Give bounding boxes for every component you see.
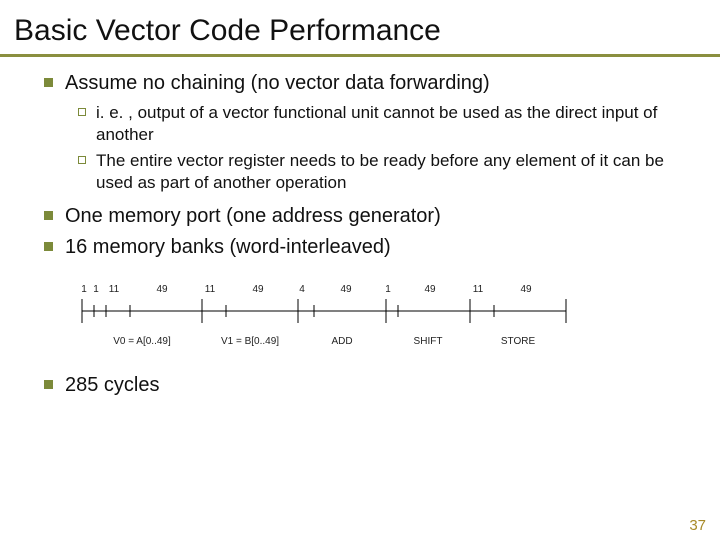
subbullet-2: The entire vector register needs to be r… — [78, 150, 684, 194]
cycle-label: 49 — [490, 284, 562, 295]
cycle-label: 4 — [294, 284, 310, 295]
bullet-cycles: 285 cycles — [44, 373, 684, 398]
timeline-axis — [78, 297, 668, 325]
square-bullet-icon — [44, 211, 53, 220]
square-bullet-icon — [44, 380, 53, 389]
phase-label: ADD — [298, 336, 386, 347]
phase-labels-row: V0 = A[0..49]V1 = B[0..49]ADDSHIFTSTORE — [78, 336, 668, 347]
hollow-square-icon — [78, 108, 86, 116]
subbullet-1: i. e. , output of a vector functional un… — [78, 102, 684, 146]
bullet-text: Assume no chaining (no vector data forwa… — [65, 71, 490, 96]
subbullet-group: i. e. , output of a vector functional un… — [44, 102, 684, 194]
cycle-label: 49 — [222, 284, 294, 295]
bullet-assume: Assume no chaining (no vector data forwa… — [44, 71, 684, 96]
bullet-text: 285 cycles — [65, 373, 160, 398]
bullet-banks: 16 memory banks (word-interleaved) — [44, 235, 684, 260]
subbullet-text: i. e. , output of a vector functional un… — [96, 102, 684, 146]
timeline-diagram: 11114911494491491149 V0 = A[0..49]V1 = B… — [78, 284, 668, 347]
phase-label: V0 = A[0..49] — [82, 336, 202, 347]
cycle-label: 1 — [78, 284, 90, 295]
phase-label: STORE — [470, 336, 566, 347]
phase-label: V1 = B[0..49] — [202, 336, 298, 347]
square-bullet-icon — [44, 78, 53, 87]
hollow-square-icon — [78, 156, 86, 164]
cycle-label: 49 — [126, 284, 198, 295]
cycle-label: 49 — [310, 284, 382, 295]
cycle-label: 11 — [198, 284, 222, 295]
slide-title: Basic Vector Code Performance — [0, 0, 720, 54]
cycle-label: 1 — [382, 284, 394, 295]
square-bullet-icon — [44, 242, 53, 251]
bullet-memport: One memory port (one address generator) — [44, 204, 684, 229]
cycle-label: 11 — [466, 284, 490, 295]
phase-label: SHIFT — [386, 336, 470, 347]
bullet-text: One memory port (one address generator) — [65, 204, 441, 229]
cycle-label: 11 — [102, 284, 126, 295]
cycle-labels-row: 11114911494491491149 — [78, 284, 668, 295]
subbullet-text: The entire vector register needs to be r… — [96, 150, 684, 194]
page-number: 37 — [689, 517, 706, 534]
cycle-label: 1 — [90, 284, 102, 295]
cycle-label: 49 — [394, 284, 466, 295]
content-area: Assume no chaining (no vector data forwa… — [0, 57, 720, 398]
bullet-text: 16 memory banks (word-interleaved) — [65, 235, 391, 260]
